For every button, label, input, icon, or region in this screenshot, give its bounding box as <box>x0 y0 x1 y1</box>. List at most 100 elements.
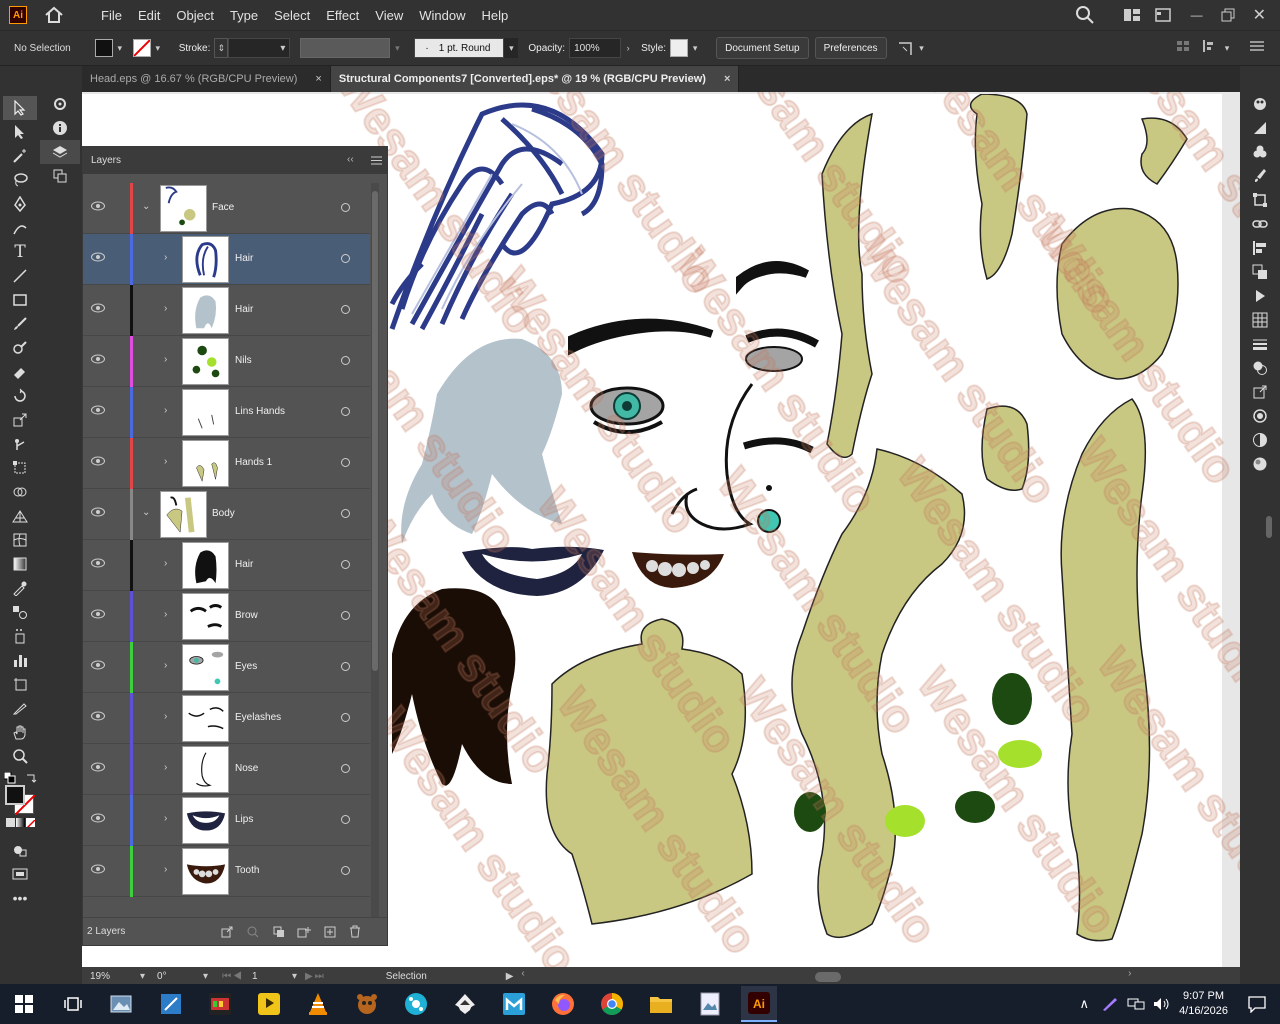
menu-item-window[interactable]: Window <box>411 8 473 23</box>
eraser-tool-icon[interactable] <box>0 360 40 384</box>
info-panel-icon[interactable] <box>40 116 80 140</box>
distribute-dropdown-icon[interactable]: ▾ <box>1220 39 1234 57</box>
transparency-panel-icon[interactable] <box>1240 428 1280 452</box>
expand-arrow-icon[interactable]: › <box>164 762 174 774</box>
selection-tool-icon[interactable] <box>3 96 37 120</box>
layer-name[interactable]: Brow <box>235 610 258 621</box>
right-dock-scrollbar[interactable] <box>1266 516 1272 538</box>
target-circle-icon[interactable] <box>341 203 350 212</box>
collapse-arrow-icon[interactable]: ⌄ <box>142 201 152 213</box>
layer-name[interactable]: Hair <box>235 304 253 315</box>
document-setup-button[interactable]: Document Setup <box>716 37 809 59</box>
expand-arrow-icon[interactable]: › <box>164 711 174 723</box>
clipping-mask-icon[interactable] <box>273 926 285 938</box>
visibility-eye-icon[interactable] <box>91 303 105 313</box>
gradient-panel-icon[interactable] <box>1240 452 1280 476</box>
pinwheel-app-icon[interactable] <box>398 986 434 1022</box>
photos-app-icon[interactable] <box>104 986 140 1022</box>
zoom-dropdown-icon[interactable]: ▾ <box>140 971 145 982</box>
properties-panel-icon[interactable] <box>40 92 80 116</box>
layers-panel-icon[interactable] <box>40 140 80 164</box>
asset-export-panel-icon[interactable] <box>1240 380 1280 404</box>
sublayer-row[interactable]: › Lips <box>83 795 370 846</box>
sublayer-row[interactable]: › Lins Hands <box>83 387 370 438</box>
expand-arrow-icon[interactable]: › <box>164 558 174 570</box>
task-view-icon[interactable] <box>55 986 91 1022</box>
brushes-panel-icon[interactable] <box>1240 164 1280 188</box>
maps-app-icon[interactable] <box>496 986 532 1022</box>
visibility-eye-icon[interactable] <box>91 456 105 466</box>
volume-icon[interactable] <box>1153 997 1171 1011</box>
locate-object-icon[interactable] <box>247 926 259 938</box>
graphic-styles-panel-icon[interactable] <box>1240 404 1280 428</box>
search-icon[interactable] <box>1075 5 1095 25</box>
first-prev-artboard-icon[interactable]: ⏮◀ <box>222 971 244 982</box>
target-circle-icon[interactable] <box>341 611 350 620</box>
visibility-eye-icon[interactable] <box>91 252 105 262</box>
menu-item-effect[interactable]: Effect <box>318 8 367 23</box>
brush-definition[interactable]: · 1 pt. Round <box>414 38 505 58</box>
layer-name[interactable]: Nose <box>235 763 258 774</box>
workspace-icon[interactable] <box>1154 8 1171 22</box>
home-icon[interactable] <box>43 4 65 26</box>
rectangle-tool-icon[interactable] <box>0 288 40 312</box>
visibility-eye-icon[interactable] <box>91 609 105 619</box>
stroke-dropdown-icon[interactable]: ▾ <box>151 39 165 57</box>
color-guide-panel-icon[interactable] <box>1240 116 1280 140</box>
zoom-tool-icon[interactable] <box>0 744 40 768</box>
zoom-level[interactable]: 19% <box>90 971 140 982</box>
sublayer-row[interactable]: › Nils <box>83 336 370 387</box>
notifications-icon[interactable] <box>1248 995 1266 1013</box>
visibility-eye-icon[interactable] <box>91 762 105 772</box>
layer-name[interactable]: Hair <box>235 559 253 570</box>
visibility-eye-icon[interactable] <box>91 711 105 721</box>
expand-arrow-icon[interactable]: › <box>164 660 174 672</box>
chrome-icon[interactable] <box>594 986 630 1022</box>
layer-name[interactable]: Eyes <box>235 661 257 672</box>
perspective-grid-tool-icon[interactable] <box>0 504 40 528</box>
expand-arrow-icon[interactable]: › <box>164 252 174 264</box>
fill-color-box[interactable] <box>5 785 25 805</box>
gradient-mode-icon[interactable] <box>16 818 25 827</box>
none-mode-icon[interactable] <box>26 818 35 827</box>
visibility-eye-icon[interactable] <box>91 864 105 874</box>
menu-item-select[interactable]: Select <box>266 8 318 23</box>
layer-name[interactable]: Hair <box>235 253 253 264</box>
pen-tool-icon[interactable] <box>0 192 40 216</box>
draw-mode-icon[interactable] <box>0 838 40 862</box>
artboard-number[interactable]: 1 <box>252 971 292 982</box>
menu-item-edit[interactable]: Edit <box>130 8 168 23</box>
layer-name[interactable]: Hands 1 <box>235 457 272 468</box>
sublayer-row[interactable]: › Hair <box>83 285 370 336</box>
target-circle-icon[interactable] <box>341 254 350 263</box>
target-circle-icon[interactable] <box>341 815 350 824</box>
more-tools-icon[interactable]: ••• <box>0 886 40 910</box>
snipping-tool-icon[interactable] <box>153 986 189 1022</box>
target-circle-icon[interactable] <box>341 560 350 569</box>
vlc-icon[interactable] <box>300 986 336 1022</box>
horizontal-scroll-thumb[interactable] <box>815 972 842 982</box>
visibility-eye-icon[interactable] <box>91 558 105 568</box>
layer-name[interactable]: Tooth <box>235 865 259 876</box>
tab-head-eps[interactable]: Head.eps @ 16.67 % (RGB/CPU Preview) × <box>82 66 331 92</box>
lasso-tool-icon[interactable] <box>0 168 40 192</box>
layer-row[interactable]: ⌄ Body <box>83 489 370 540</box>
delete-layer-icon[interactable] <box>349 925 361 938</box>
appearance-panel-icon[interactable] <box>1240 356 1280 380</box>
align-panel-icon[interactable] <box>1240 236 1280 260</box>
distribute-icon[interactable] <box>1202 39 1218 53</box>
windows-start-icon[interactable] <box>6 986 42 1022</box>
magic-wand-tool-icon[interactable] <box>0 144 40 168</box>
new-layer-icon[interactable] <box>324 926 336 938</box>
stroke-panel-icon[interactable] <box>1240 332 1280 356</box>
minimize-icon[interactable]: — <box>1191 8 1203 22</box>
direct-selection-tool-icon[interactable] <box>0 120 40 144</box>
symbol-sprayer-tool-icon[interactable] <box>0 624 40 648</box>
symbols-panel-icon[interactable] <box>1240 308 1280 332</box>
transform-dropdown-icon[interactable]: ▾ <box>915 39 929 57</box>
visibility-eye-icon[interactable] <box>91 660 105 670</box>
type-tool-icon[interactable]: T <box>0 240 40 264</box>
tab-structural-components[interactable]: Structural Components7 [Converted].eps* … <box>330 66 740 92</box>
blend-tool-icon[interactable] <box>0 600 40 624</box>
actions-panel-icon[interactable] <box>1240 284 1280 308</box>
